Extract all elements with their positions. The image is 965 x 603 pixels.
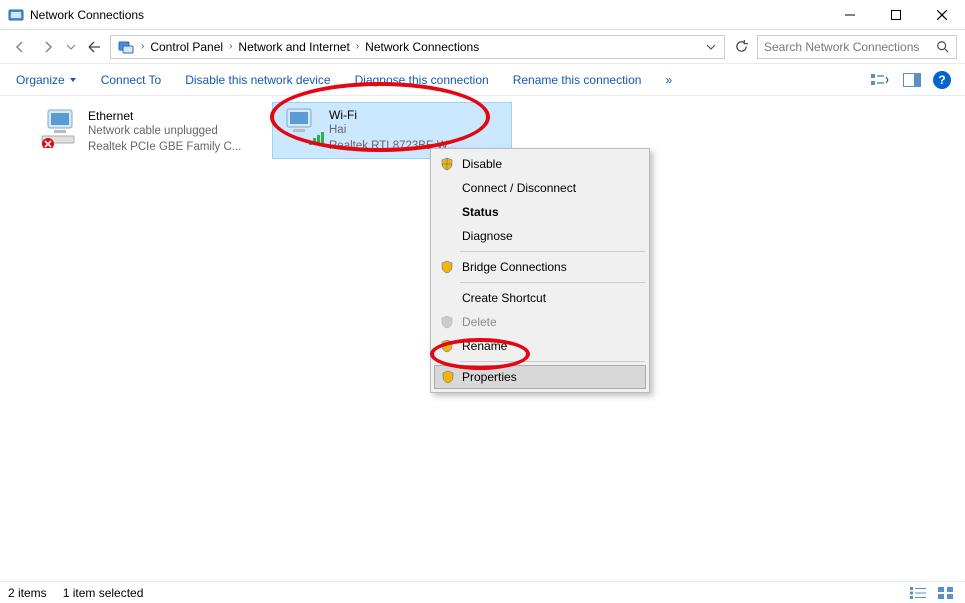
chevron-right-icon[interactable]: › [139, 41, 146, 52]
maximize-button[interactable] [873, 0, 919, 30]
up-button[interactable] [82, 35, 106, 59]
separator [460, 251, 645, 252]
ctx-label: Disable [462, 157, 502, 171]
connection-name: Wi-Fi [329, 107, 505, 123]
status-bar: 2 items 1 item selected [0, 581, 965, 603]
close-button[interactable] [919, 0, 965, 30]
ctx-status[interactable]: Status [434, 200, 646, 224]
diagnose-connection-button[interactable]: Diagnose this connection [343, 64, 501, 95]
search-placeholder: Search Network Connections [764, 40, 919, 54]
breadcrumb-item[interactable]: Control Panel [146, 36, 227, 58]
status-item-count: 2 items [8, 586, 47, 600]
ctx-diagnose[interactable]: Diagnose [434, 224, 646, 248]
window-controls [827, 0, 965, 29]
search-input[interactable]: Search Network Connections [757, 35, 957, 59]
help-button[interactable]: ? [933, 71, 951, 89]
ctx-delete: Delete [434, 310, 646, 334]
search-icon[interactable] [936, 40, 950, 54]
connection-item-ethernet[interactable]: Ethernet Network cable unplugged Realtek… [32, 104, 272, 159]
location-icon [117, 38, 135, 56]
connect-to-button[interactable]: Connect To [89, 64, 174, 95]
disable-device-button[interactable]: Disable this network device [173, 64, 342, 95]
organize-label: Organize [16, 73, 65, 87]
separator [460, 282, 645, 283]
breadcrumb-item[interactable]: Network and Internet [234, 36, 353, 58]
minimize-button[interactable] [827, 0, 873, 30]
back-button[interactable] [8, 35, 32, 59]
shield-icon [440, 260, 454, 274]
breadcrumb-item[interactable]: Network Connections [361, 36, 483, 58]
ethernet-icon [38, 108, 88, 155]
separator [460, 361, 645, 362]
title-bar: Network Connections [0, 0, 965, 30]
chevron-right-icon[interactable]: › [227, 41, 234, 52]
more-commands-button[interactable]: » [653, 64, 684, 95]
icons-view-button[interactable] [935, 584, 957, 602]
details-view-button[interactable] [907, 584, 929, 602]
forward-button[interactable] [36, 35, 60, 59]
window-title: Network Connections [30, 8, 827, 22]
ctx-label: Rename [462, 339, 507, 353]
nav-bar: › Control Panel › Network and Internet ›… [0, 30, 965, 64]
view-options-button[interactable] [869, 69, 891, 91]
ctx-rename[interactable]: Rename [434, 334, 646, 358]
connection-status: Network cable unplugged [88, 124, 266, 140]
recent-locations-button[interactable] [64, 35, 78, 59]
rename-connection-button[interactable]: Rename this connection [501, 64, 654, 95]
ctx-connect[interactable]: Connect / Disconnect [434, 176, 646, 200]
context-menu: Disable Connect / Disconnect Status Diag… [430, 148, 650, 393]
window-icon [8, 7, 24, 23]
connection-device: Realtek PCIe GBE Family C... [88, 140, 266, 156]
organize-menu[interactable]: Organize [4, 64, 89, 95]
ctx-label: Properties [462, 370, 517, 384]
status-selected-count: 1 item selected [63, 586, 144, 600]
address-dropdown[interactable] [700, 42, 722, 52]
preview-pane-button[interactable] [901, 69, 923, 91]
connection-status: Hai [329, 123, 505, 139]
command-bar: Organize Connect To Disable this network… [0, 64, 965, 96]
wifi-icon [279, 107, 329, 154]
ctx-properties[interactable]: Properties [434, 365, 646, 389]
ctx-label: Delete [462, 315, 497, 329]
ctx-label: Bridge Connections [462, 260, 567, 274]
shield-icon [440, 339, 454, 353]
ctx-bridge[interactable]: Bridge Connections [434, 255, 646, 279]
connection-name: Ethernet [88, 108, 266, 124]
chevron-right-icon[interactable]: › [354, 41, 361, 52]
shield-icon [441, 370, 455, 384]
ctx-shortcut[interactable]: Create Shortcut [434, 286, 646, 310]
refresh-button[interactable] [729, 35, 753, 59]
ctx-disable[interactable]: Disable [434, 152, 646, 176]
shield-icon [440, 315, 454, 329]
shield-icon [440, 157, 454, 171]
content-area: Ethernet Network cable unplugged Realtek… [0, 96, 965, 581]
address-bar[interactable]: › Control Panel › Network and Internet ›… [110, 35, 725, 59]
